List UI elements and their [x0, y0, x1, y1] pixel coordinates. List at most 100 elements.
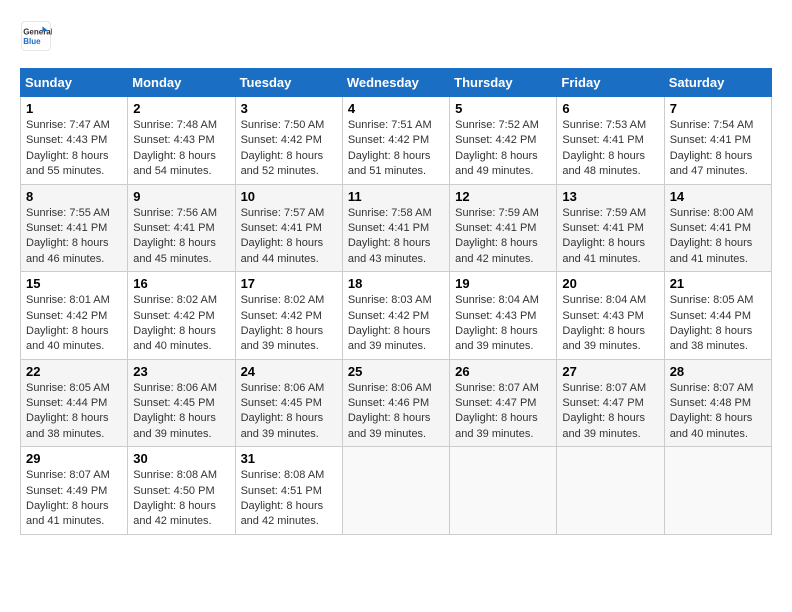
calendar-day-cell: 26 Sunrise: 8:07 AM Sunset: 4:47 PM Dayl… [450, 359, 557, 447]
calendar-day-cell: 12 Sunrise: 7:59 AM Sunset: 4:41 PM Dayl… [450, 184, 557, 272]
day-info: Sunrise: 7:53 AM Sunset: 4:41 PM Dayligh… [562, 118, 658, 180]
day-number: 9 [133, 189, 229, 204]
calendar-day-cell: 9 Sunrise: 7:56 AM Sunset: 4:41 PM Dayli… [128, 184, 235, 272]
day-number: 7 [670, 101, 766, 116]
calendar-day-cell: 4 Sunrise: 7:51 AM Sunset: 4:42 PM Dayli… [342, 97, 449, 185]
sunrise-label: Sunrise: 8:05 AM [670, 294, 754, 306]
day-info: Sunrise: 8:07 AM Sunset: 4:48 PM Dayligh… [670, 381, 766, 443]
day-number: 16 [133, 276, 229, 291]
daylight-label: Daylight: 8 hours and 41 minutes. [670, 237, 753, 264]
sunset-label: Sunset: 4:43 PM [455, 310, 536, 322]
daylight-label: Daylight: 8 hours and 40 minutes. [26, 325, 109, 352]
day-info: Sunrise: 7:48 AM Sunset: 4:43 PM Dayligh… [133, 118, 229, 180]
daylight-label: Daylight: 8 hours and 45 minutes. [133, 237, 216, 264]
day-info: Sunrise: 8:04 AM Sunset: 4:43 PM Dayligh… [455, 293, 551, 355]
sunrise-label: Sunrise: 7:54 AM [670, 119, 754, 131]
calendar-day-cell: 15 Sunrise: 8:01 AM Sunset: 4:42 PM Dayl… [21, 272, 128, 360]
daylight-label: Daylight: 8 hours and 51 minutes. [348, 150, 431, 177]
calendar-day-cell: 28 Sunrise: 8:07 AM Sunset: 4:48 PM Dayl… [664, 359, 771, 447]
daylight-label: Daylight: 8 hours and 44 minutes. [241, 237, 324, 264]
sunset-label: Sunset: 4:46 PM [348, 397, 429, 409]
sunset-label: Sunset: 4:42 PM [348, 134, 429, 146]
sunrise-label: Sunrise: 8:02 AM [241, 294, 325, 306]
daylight-label: Daylight: 8 hours and 38 minutes. [26, 412, 109, 439]
sunrise-label: Sunrise: 8:08 AM [133, 469, 217, 481]
daylight-label: Daylight: 8 hours and 43 minutes. [348, 237, 431, 264]
day-info: Sunrise: 8:08 AM Sunset: 4:50 PM Dayligh… [133, 468, 229, 530]
calendar-day-cell: 29 Sunrise: 8:07 AM Sunset: 4:49 PM Dayl… [21, 447, 128, 535]
calendar-day-cell: 17 Sunrise: 8:02 AM Sunset: 4:42 PM Dayl… [235, 272, 342, 360]
logo-icon: General Blue [20, 20, 52, 52]
daylight-label: Daylight: 8 hours and 39 minutes. [348, 325, 431, 352]
day-info: Sunrise: 8:07 AM Sunset: 4:49 PM Dayligh… [26, 468, 122, 530]
sunset-label: Sunset: 4:41 PM [348, 222, 429, 234]
day-info: Sunrise: 8:07 AM Sunset: 4:47 PM Dayligh… [455, 381, 551, 443]
day-info: Sunrise: 8:06 AM Sunset: 4:45 PM Dayligh… [133, 381, 229, 443]
calendar-week-row: 15 Sunrise: 8:01 AM Sunset: 4:42 PM Dayl… [21, 272, 772, 360]
weekday-header-thursday: Thursday [450, 69, 557, 97]
day-number: 18 [348, 276, 444, 291]
sunrise-label: Sunrise: 7:58 AM [348, 207, 432, 219]
daylight-label: Daylight: 8 hours and 46 minutes. [26, 237, 109, 264]
calendar-day-cell: 24 Sunrise: 8:06 AM Sunset: 4:45 PM Dayl… [235, 359, 342, 447]
day-number: 19 [455, 276, 551, 291]
sunrise-label: Sunrise: 8:06 AM [241, 382, 325, 394]
daylight-label: Daylight: 8 hours and 55 minutes. [26, 150, 109, 177]
calendar-day-cell [664, 447, 771, 535]
sunset-label: Sunset: 4:43 PM [26, 134, 107, 146]
sunset-label: Sunset: 4:41 PM [133, 222, 214, 234]
sunrise-label: Sunrise: 7:55 AM [26, 207, 110, 219]
calendar-day-cell: 16 Sunrise: 8:02 AM Sunset: 4:42 PM Dayl… [128, 272, 235, 360]
sunrise-label: Sunrise: 7:50 AM [241, 119, 325, 131]
sunrise-label: Sunrise: 8:08 AM [241, 469, 325, 481]
sunrise-label: Sunrise: 7:48 AM [133, 119, 217, 131]
weekday-header-saturday: Saturday [664, 69, 771, 97]
day-info: Sunrise: 8:00 AM Sunset: 4:41 PM Dayligh… [670, 206, 766, 268]
day-number: 15 [26, 276, 122, 291]
day-info: Sunrise: 8:04 AM Sunset: 4:43 PM Dayligh… [562, 293, 658, 355]
day-number: 2 [133, 101, 229, 116]
sunset-label: Sunset: 4:42 PM [348, 310, 429, 322]
day-info: Sunrise: 8:01 AM Sunset: 4:42 PM Dayligh… [26, 293, 122, 355]
day-info: Sunrise: 7:58 AM Sunset: 4:41 PM Dayligh… [348, 206, 444, 268]
weekday-header-wednesday: Wednesday [342, 69, 449, 97]
day-number: 31 [241, 451, 337, 466]
sunset-label: Sunset: 4:50 PM [133, 485, 214, 497]
daylight-label: Daylight: 8 hours and 39 minutes. [241, 412, 324, 439]
daylight-label: Daylight: 8 hours and 52 minutes. [241, 150, 324, 177]
sunset-label: Sunset: 4:41 PM [241, 222, 322, 234]
day-info: Sunrise: 8:02 AM Sunset: 4:42 PM Dayligh… [133, 293, 229, 355]
calendar-week-row: 8 Sunrise: 7:55 AM Sunset: 4:41 PM Dayli… [21, 184, 772, 272]
calendar-day-cell: 27 Sunrise: 8:07 AM Sunset: 4:47 PM Dayl… [557, 359, 664, 447]
daylight-label: Daylight: 8 hours and 39 minutes. [562, 412, 645, 439]
day-number: 4 [348, 101, 444, 116]
day-number: 27 [562, 364, 658, 379]
day-number: 23 [133, 364, 229, 379]
day-number: 29 [26, 451, 122, 466]
calendar-table: SundayMondayTuesdayWednesdayThursdayFrid… [20, 68, 772, 535]
daylight-label: Daylight: 8 hours and 49 minutes. [455, 150, 538, 177]
day-info: Sunrise: 8:02 AM Sunset: 4:42 PM Dayligh… [241, 293, 337, 355]
day-info: Sunrise: 7:50 AM Sunset: 4:42 PM Dayligh… [241, 118, 337, 180]
svg-text:General: General [23, 27, 52, 36]
calendar-day-cell: 31 Sunrise: 8:08 AM Sunset: 4:51 PM Dayl… [235, 447, 342, 535]
sunset-label: Sunset: 4:41 PM [455, 222, 536, 234]
daylight-label: Daylight: 8 hours and 38 minutes. [670, 325, 753, 352]
day-info: Sunrise: 8:05 AM Sunset: 4:44 PM Dayligh… [26, 381, 122, 443]
sunrise-label: Sunrise: 7:52 AM [455, 119, 539, 131]
calendar-day-cell: 5 Sunrise: 7:52 AM Sunset: 4:42 PM Dayli… [450, 97, 557, 185]
sunrise-label: Sunrise: 8:07 AM [26, 469, 110, 481]
calendar-week-row: 29 Sunrise: 8:07 AM Sunset: 4:49 PM Dayl… [21, 447, 772, 535]
page-header: General Blue [20, 20, 772, 52]
day-number: 13 [562, 189, 658, 204]
day-info: Sunrise: 8:08 AM Sunset: 4:51 PM Dayligh… [241, 468, 337, 530]
sunrise-label: Sunrise: 8:06 AM [348, 382, 432, 394]
calendar-day-cell: 2 Sunrise: 7:48 AM Sunset: 4:43 PM Dayli… [128, 97, 235, 185]
sunset-label: Sunset: 4:41 PM [562, 222, 643, 234]
sunset-label: Sunset: 4:47 PM [455, 397, 536, 409]
calendar-day-cell: 1 Sunrise: 7:47 AM Sunset: 4:43 PM Dayli… [21, 97, 128, 185]
sunset-label: Sunset: 4:41 PM [670, 134, 751, 146]
sunrise-label: Sunrise: 8:07 AM [455, 382, 539, 394]
daylight-label: Daylight: 8 hours and 42 minutes. [133, 500, 216, 527]
day-number: 5 [455, 101, 551, 116]
